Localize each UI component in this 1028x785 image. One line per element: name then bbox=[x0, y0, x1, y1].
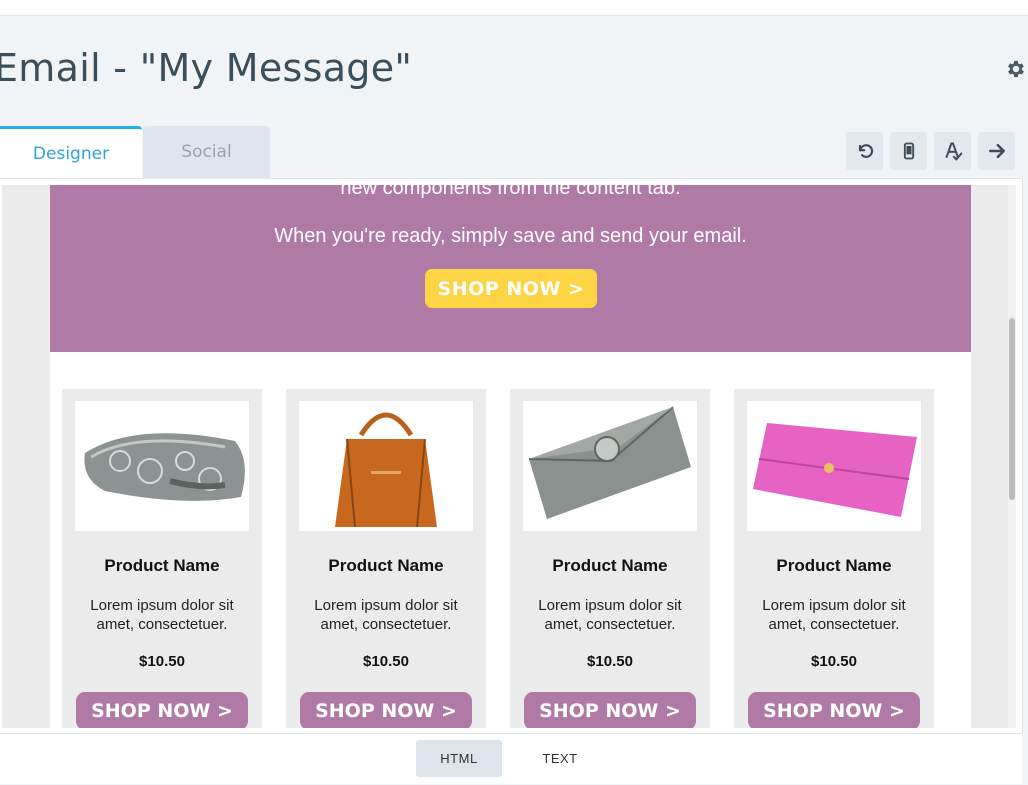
product-shop-now-button[interactable]: SHOP NOW > bbox=[748, 692, 920, 728]
product-name: Product Name bbox=[776, 556, 892, 575]
product-grid[interactable]: Product Name Lorem ipsum dolor sit amet,… bbox=[50, 352, 971, 728]
spellcheck-icon bbox=[944, 142, 962, 161]
scrollbar-thumb[interactable] bbox=[1009, 318, 1015, 500]
product-description: Lorem ipsum dolor sit amet, consectetuer… bbox=[538, 597, 682, 633]
product-image bbox=[523, 401, 697, 531]
product-description: Lorem ipsum dolor sit amet, consectetuer… bbox=[762, 597, 906, 633]
mobile-preview-button[interactable] bbox=[890, 132, 927, 170]
product-card[interactable]: Product Name Lorem ipsum dolor sit amet,… bbox=[510, 389, 710, 728]
undo-icon bbox=[858, 144, 873, 158]
product-image bbox=[747, 401, 921, 531]
mode-switch-bar bbox=[0, 733, 1022, 784]
email-canvas: new components from the content tab. Whe… bbox=[2, 185, 1008, 728]
product-card[interactable]: Product Name Lorem ipsum dolor sit amet,… bbox=[286, 389, 486, 728]
product-image bbox=[75, 401, 249, 531]
hero-text: When you're ready, simply save and send … bbox=[274, 225, 747, 247]
page-title: Email - "My Message" bbox=[0, 46, 413, 90]
undo-button[interactable] bbox=[846, 132, 883, 170]
tab-social-label: Social bbox=[181, 142, 232, 162]
tab-designer-label: Designer bbox=[32, 143, 110, 164]
hero-text-partial: new components from the content tab. bbox=[340, 185, 681, 199]
product-name: Product Name bbox=[328, 556, 444, 575]
product-shop-now-button[interactable]: SHOP NOW > bbox=[300, 692, 472, 728]
product-name: Product Name bbox=[552, 556, 668, 575]
product-price: $10.50 bbox=[587, 653, 633, 670]
product-card[interactable]: Product Name Lorem ipsum dolor sit amet,… bbox=[734, 389, 934, 728]
hero-section[interactable]: new components from the content tab. Whe… bbox=[50, 185, 971, 352]
tab-social[interactable]: Social bbox=[143, 126, 270, 178]
product-shop-now-button[interactable]: SHOP NOW > bbox=[524, 692, 696, 728]
product-description: Lorem ipsum dolor sit amet, consectetuer… bbox=[314, 597, 458, 633]
hero-shop-now-button[interactable]: SHOP NOW > bbox=[425, 269, 597, 308]
product-name: Product Name bbox=[104, 556, 220, 575]
next-button[interactable] bbox=[978, 132, 1015, 170]
mobile-preview-icon bbox=[903, 142, 914, 160]
next-arrow-icon bbox=[988, 143, 1005, 159]
tab-designer[interactable]: Designer bbox=[0, 126, 142, 178]
text-mode-button[interactable]: TEXT bbox=[517, 740, 603, 777]
product-image bbox=[299, 401, 473, 531]
html-mode-button[interactable]: HTML bbox=[416, 740, 502, 777]
gear-icon[interactable] bbox=[1005, 58, 1027, 80]
product-description: Lorem ipsum dolor sit amet, consectetuer… bbox=[90, 597, 234, 633]
product-price: $10.50 bbox=[811, 653, 857, 670]
product-price: $10.50 bbox=[363, 653, 409, 670]
spellcheck-button[interactable] bbox=[934, 132, 971, 170]
product-price: $10.50 bbox=[139, 653, 185, 670]
product-shop-now-button[interactable]: SHOP NOW > bbox=[76, 692, 248, 728]
product-card[interactable]: Product Name Lorem ipsum dolor sit amet,… bbox=[62, 389, 262, 728]
top-bar bbox=[0, 0, 1028, 16]
